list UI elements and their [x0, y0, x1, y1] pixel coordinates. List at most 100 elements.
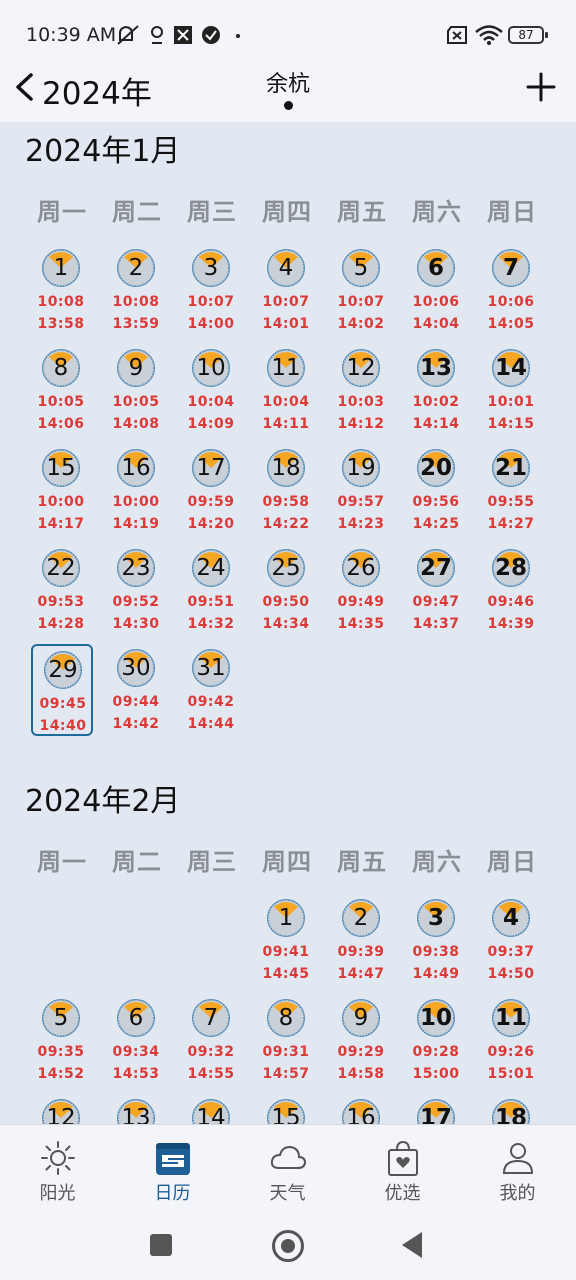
sunrise-time: 09:58	[262, 494, 310, 510]
sunrise-time: 09:26	[487, 1044, 535, 1060]
day-number: 13	[419, 355, 452, 381]
calendar-day[interactable]: 29 09:45 14:40	[31, 644, 93, 736]
nav-item-calendar[interactable]: 日历	[115, 1125, 230, 1213]
calendar-day[interactable]: 3 10:07 14:00	[181, 244, 243, 336]
calendar-day[interactable]: 6 09:34 14:53	[106, 994, 168, 1086]
calendar-day[interactable]: 16 10:00 14:19	[106, 444, 168, 536]
sunrise-time: 09:41	[262, 944, 310, 960]
calendar-day[interactable]: 12	[31, 1094, 93, 1124]
calendar-list[interactable]: 2024年1月 周一 周二 周三 周四 周五 周六 周日 1 10:08 13:58 2 10:08 13…	[0, 122, 576, 1124]
calendar-day[interactable]: 8 10:05 14:06	[31, 344, 93, 436]
calendar-day[interactable]: 5 10:07 14:02	[331, 244, 393, 336]
calendar-day[interactable]: 9 09:29 14:58	[331, 994, 393, 1086]
calendar-day[interactable]: 25 09:50 14:34	[256, 544, 318, 636]
calendar-day[interactable]: 9 10:05 14:08	[106, 344, 168, 436]
calendar-day[interactable]: 13 10:02 14:14	[406, 344, 468, 436]
sunset-time: 14:00	[187, 316, 235, 332]
calendar-day[interactable]: 2 10:08 13:59	[106, 244, 168, 336]
calendar-day[interactable]: 11 09:26 15:01	[481, 994, 543, 1086]
sunset-time: 14:19	[112, 516, 160, 532]
calendar-day[interactable]: 31 09:42 14:44	[181, 644, 243, 736]
weekday-header: 周一	[37, 848, 87, 876]
sunset-time: 14:11	[262, 416, 310, 432]
sunrise-time: 10:07	[337, 294, 385, 310]
calendar-day[interactable]: 15 10:00 14:17	[31, 444, 93, 536]
calendar-day[interactable]: 5 09:35 14:52	[31, 994, 93, 1086]
calendar-day[interactable]: 27 09:47 14:37	[406, 544, 468, 636]
calendar-day[interactable]: 7 09:32 14:55	[181, 994, 243, 1086]
weekday-header: 周五	[337, 198, 387, 226]
month-title: 2024年1月	[25, 134, 181, 169]
home-button[interactable]	[272, 1230, 304, 1262]
calendar-day[interactable]: 1 10:08 13:58	[31, 244, 93, 336]
cloud-icon	[270, 1145, 307, 1169]
sunset-time: 14:44	[187, 716, 235, 732]
sunrise-time: 09:44	[112, 694, 160, 710]
calendar-day[interactable]: 2 09:39 14:47	[331, 894, 393, 986]
weekday-header: 周五	[337, 848, 387, 876]
calendar-day[interactable]: 4 09:37 14:50	[481, 894, 543, 986]
sunrise-time: 09:37	[487, 944, 535, 960]
day-number: 27	[419, 555, 452, 581]
calendar-day[interactable]: 17	[406, 1094, 468, 1124]
calendar-day[interactable]: 19 09:57 14:23	[331, 444, 393, 536]
calendar-day[interactable]: 10 10:04 14:09	[181, 344, 243, 436]
sunrise-time: 09:35	[37, 1044, 85, 1060]
plus-icon[interactable]	[526, 72, 556, 102]
calendar-day[interactable]: 23 09:52 14:30	[106, 544, 168, 636]
calendar-day[interactable]: 12 10:03 14:12	[331, 344, 393, 436]
recent-apps-button[interactable]	[150, 1234, 172, 1256]
calendar-day[interactable]: 26 09:49 14:35	[331, 544, 393, 636]
weekday-header: 周四	[262, 198, 312, 226]
calendar-day[interactable]: 21 09:55 14:27	[481, 444, 543, 536]
location-name[interactable]: 余杭	[0, 66, 576, 98]
sunset-time: 14:34	[262, 616, 310, 632]
calendar-day[interactable]: 14	[181, 1094, 243, 1124]
sunset-time: 14:35	[337, 616, 385, 632]
sunset-time: 14:05	[487, 316, 535, 332]
weekday-header: 周三	[187, 848, 237, 876]
nav-label: 优选	[384, 1183, 421, 1204]
nav-item-sunlight[interactable]: 阳光	[0, 1125, 115, 1213]
sunset-time: 14:40	[39, 718, 87, 734]
calendar-icon	[156, 1143, 190, 1175]
sunset-time: 14:06	[37, 416, 85, 432]
user-icon	[502, 1143, 534, 1174]
nav-item-featured[interactable]: 优选	[345, 1125, 460, 1213]
calendar-day[interactable]: 7 10:06 14:05	[481, 244, 543, 336]
weekday-header: 周三	[187, 198, 237, 226]
calendar-day[interactable]: 14 10:01 14:15	[481, 344, 543, 436]
calendar-day[interactable]: 15	[256, 1094, 318, 1124]
calendar-day[interactable]: 20 09:56 14:25	[406, 444, 468, 536]
calendar-day[interactable]: 24 09:51 14:32	[181, 544, 243, 636]
day-number: 11	[271, 355, 301, 381]
back-button[interactable]	[402, 1232, 422, 1258]
calendar-day[interactable]: 16	[331, 1094, 393, 1124]
calendar-day[interactable]: 3 09:38 14:49	[406, 894, 468, 986]
calendar-day[interactable]: 6 10:06 14:04	[406, 244, 468, 336]
calendar-day[interactable]: 13	[106, 1094, 168, 1124]
day-number: 2	[128, 255, 144, 281]
weekday-header: 周二	[112, 198, 162, 226]
day-number: 13	[121, 1105, 151, 1124]
day-number: 26	[346, 555, 376, 581]
calendar-day[interactable]: 28 09:46 14:39	[481, 544, 543, 636]
nav-item-profile[interactable]: 我的	[460, 1125, 575, 1213]
calendar-day[interactable]: 22 09:53 14:28	[31, 544, 93, 636]
sunset-time: 14:50	[487, 966, 535, 982]
sunset-time: 14:42	[112, 716, 160, 732]
calendar-day[interactable]: 8 09:31 14:57	[256, 994, 318, 1086]
calendar-day[interactable]: 4 10:07 14:01	[256, 244, 318, 336]
calendar-day[interactable]: 18 09:58 14:22	[256, 444, 318, 536]
nav-item-weather[interactable]: 天气	[230, 1125, 345, 1213]
sunset-time: 14:55	[187, 1066, 235, 1082]
calendar-day[interactable]: 30 09:44 14:42	[106, 644, 168, 736]
day-number: 9	[353, 1005, 369, 1031]
sunrise-time: 10:07	[187, 294, 235, 310]
calendar-day[interactable]: 17 09:59 14:20	[181, 444, 243, 536]
calendar-day[interactable]: 11 10:04 14:11	[256, 344, 318, 436]
calendar-day[interactable]: 18	[481, 1094, 543, 1124]
day-number: 9	[128, 355, 144, 381]
calendar-day[interactable]: 1 09:41 14:45	[256, 894, 318, 986]
calendar-day[interactable]: 10 09:28 15:00	[406, 994, 468, 1086]
